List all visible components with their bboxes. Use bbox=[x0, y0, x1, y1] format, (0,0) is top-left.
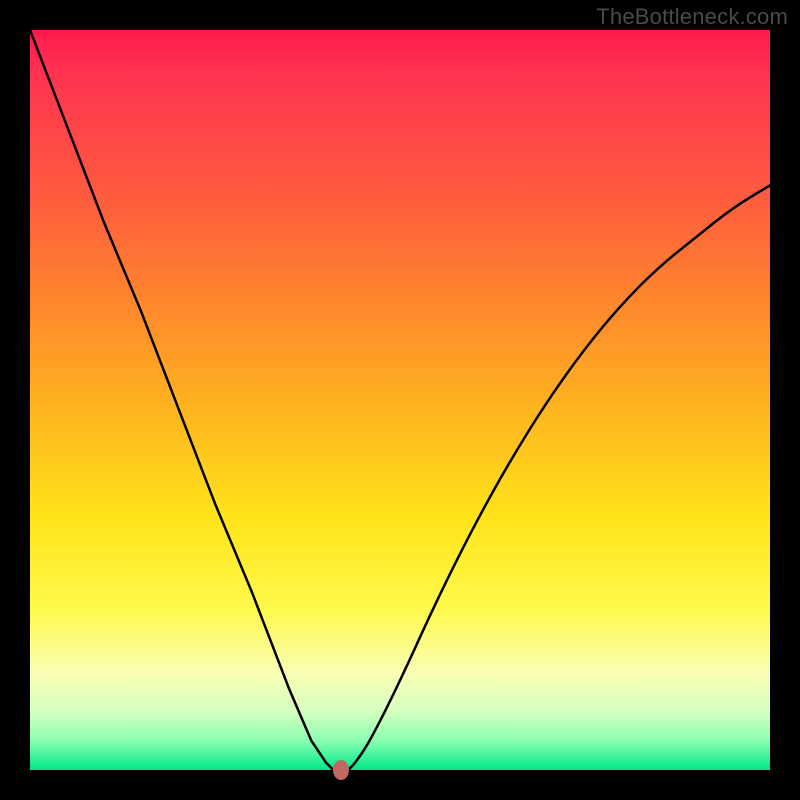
minimum-marker-icon bbox=[333, 760, 349, 780]
watermark-text: TheBottleneck.com bbox=[596, 4, 788, 30]
plot-area bbox=[30, 30, 770, 770]
chart-frame: TheBottleneck.com bbox=[0, 0, 800, 800]
bottleneck-curve bbox=[30, 30, 770, 770]
